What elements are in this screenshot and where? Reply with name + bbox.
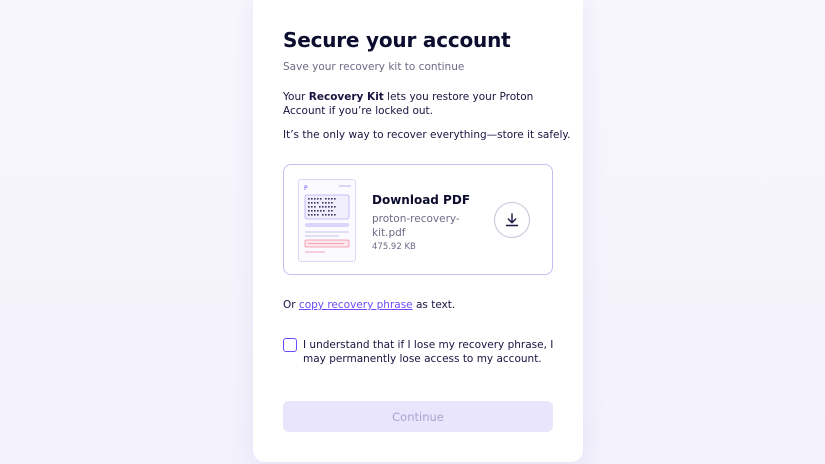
page-title: Secure your account [283,28,511,52]
page: Secure your account Save your recovery k… [0,0,825,464]
pdf-file-size: 475.92 KB [372,242,416,252]
alt-suffix: as text. [412,299,456,311]
intro-prefix: Your [283,91,309,103]
download-button[interactable] [494,202,530,238]
acknowledgement-label[interactable]: I understand that if I lose my recovery … [303,338,563,366]
recovery-card: Secure your account Save your recovery k… [253,0,583,462]
safety-note: It’s the only way to recover everything—… [283,129,571,141]
page-subtitle: Save your recovery kit to continue [283,61,465,73]
intro-text: Your Recovery Kit lets you restore your … [283,90,568,118]
continue-button[interactable]: Continue [283,401,553,432]
alt-prefix: Or [283,299,299,311]
download-icon [505,213,519,227]
download-pdf-title: Download PDF [372,193,471,207]
download-pdf-card[interactable]: P Download PDF proton-recovery-kit.pdf 4… [283,164,553,275]
svg-text:P: P [304,185,308,192]
pdf-filename: proton-recovery-kit.pdf [372,213,460,239]
acknowledgement-checkbox[interactable] [283,338,297,352]
pdf-thumbnail: P [298,179,356,262]
intro-bold: Recovery Kit [308,91,384,103]
pdf-info: Download PDF proton-recovery-kit.pdf 475… [372,193,472,252]
copy-recovery-phrase-link[interactable]: copy recovery phrase [299,299,413,311]
copy-phrase-line: Or copy recovery phrase as text. [283,299,455,311]
